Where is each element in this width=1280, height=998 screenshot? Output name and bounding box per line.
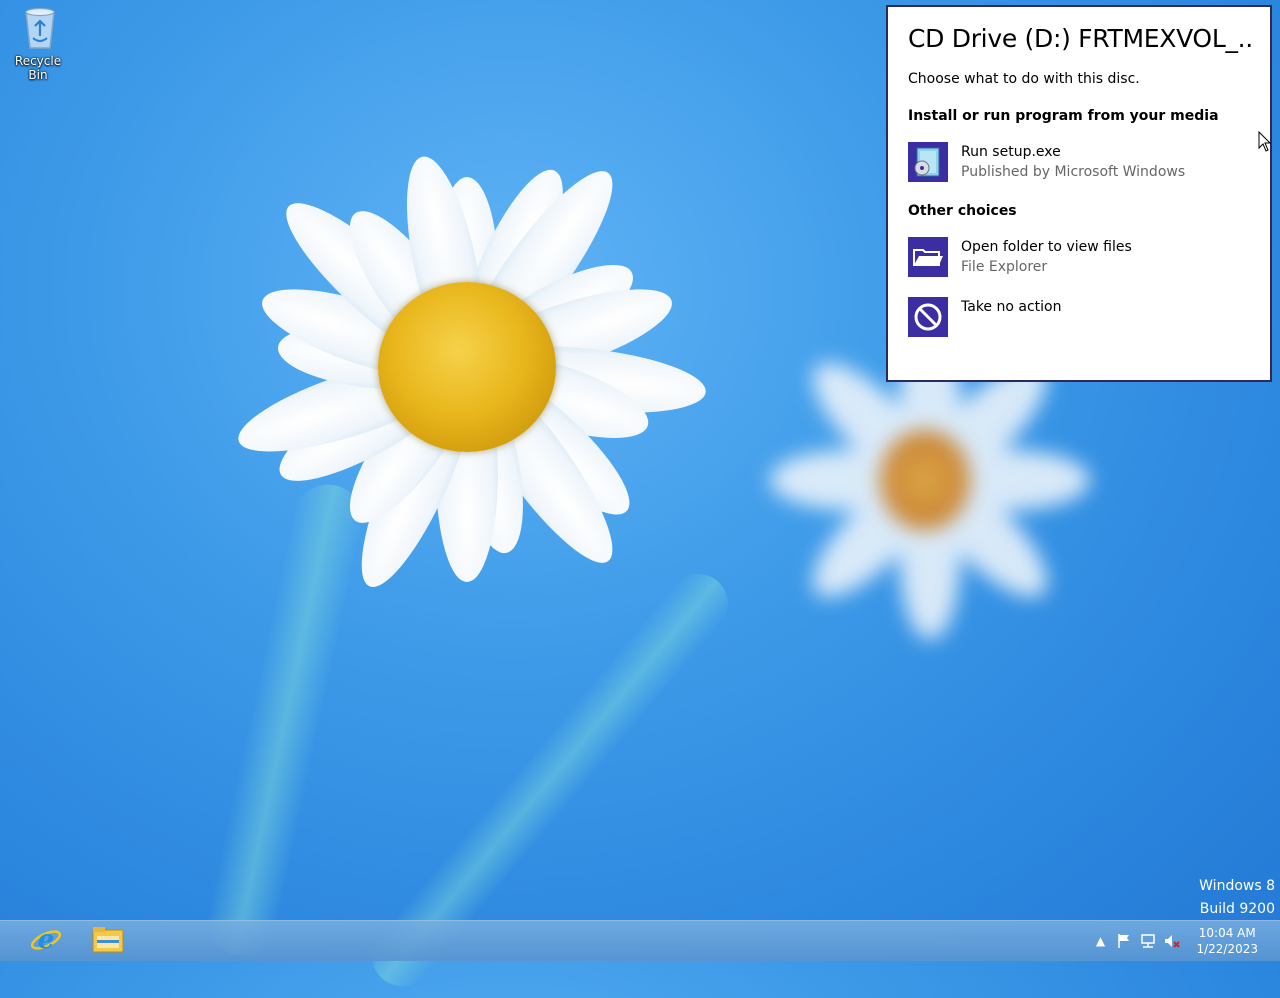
file-explorer-icon — [91, 924, 125, 958]
option-run-setup[interactable]: Run setup.exe Published by Microsoft Win… — [908, 142, 1252, 182]
watermark-line1: Windows 8 — [1199, 878, 1275, 894]
internet-explorer-icon: e — [29, 922, 63, 960]
autoplay-dialog: CD Drive (D:) FRTMEXVOL_... Choose what … — [886, 5, 1272, 382]
clock-time: 10:04 AM — [1198, 926, 1256, 940]
wallpaper-stem — [200, 477, 370, 963]
option-open-folder[interactable]: Open folder to view files File Explorer — [908, 237, 1252, 277]
option-label: Take no action — [961, 299, 1062, 315]
taskbar-internet-explorer[interactable]: e — [18, 923, 74, 959]
recycle-bin-shortcut[interactable]: Recycle Bin — [4, 6, 72, 82]
option-sublabel: File Explorer — [961, 259, 1048, 275]
wallpaper-daisy-center — [378, 282, 556, 452]
network-icon[interactable] — [1138, 931, 1158, 951]
no-action-icon — [908, 297, 948, 337]
folder-icon — [908, 237, 948, 277]
autoplay-title: CD Drive (D:) FRTMEXVOL_... — [908, 24, 1252, 53]
mouse-cursor-icon — [1258, 130, 1272, 157]
svg-text:e: e — [38, 925, 55, 955]
system-tray: ▲ 10:04 AM 1/22/2023 — [1088, 921, 1280, 961]
windows-build-watermark: Windows 8 Build 9200 — [1199, 875, 1275, 921]
volume-muted-icon[interactable] — [1162, 931, 1182, 951]
option-sublabel: Published by Microsoft Windows — [961, 164, 1186, 180]
clock-date: 1/22/2023 — [1196, 942, 1258, 956]
section-other-heading: Other choices — [908, 203, 1017, 219]
recycle-bin-icon — [23, 6, 55, 49]
option-label: Run setup.exe — [961, 144, 1061, 160]
show-hidden-icons-chevron-icon[interactable]: ▲ — [1090, 931, 1110, 951]
option-take-no-action[interactable]: Take no action — [908, 297, 1252, 337]
recycle-bin-label: Recycle Bin — [14, 54, 62, 82]
option-label: Open folder to view files — [961, 239, 1132, 255]
taskbar-clock[interactable]: 10:04 AM 1/22/2023 — [1196, 925, 1258, 957]
setup-disc-icon — [908, 142, 948, 182]
section-install-heading: Install or run program from your media — [908, 108, 1219, 124]
action-center-flag-icon[interactable] — [1114, 931, 1134, 951]
autoplay-subtitle: Choose what to do with this disc. — [908, 71, 1140, 87]
taskbar: e ▲ 10:04 AM 1/22/2023 — [0, 920, 1280, 961]
watermark-line2: Build 9200 — [1199, 901, 1275, 917]
taskbar-file-explorer[interactable] — [80, 923, 136, 959]
